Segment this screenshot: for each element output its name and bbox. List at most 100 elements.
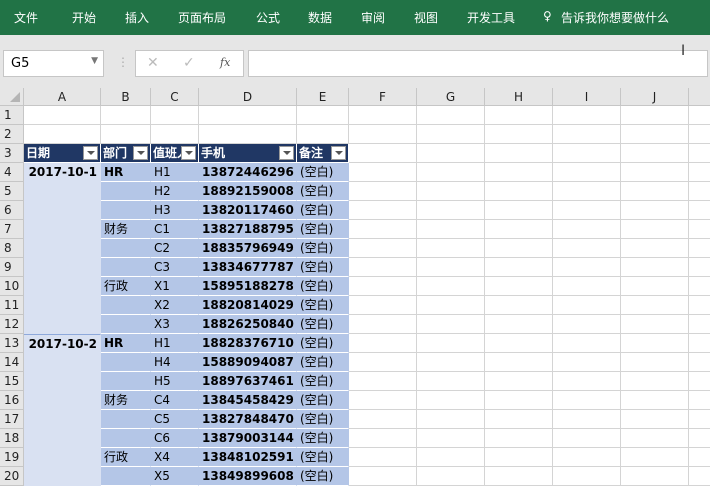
- phone-cell[interactable]: 13827848470: [199, 410, 297, 429]
- department-cell[interactable]: 财务: [101, 391, 151, 410]
- cell[interactable]: [349, 391, 417, 410]
- tab-page-layout[interactable]: 页面布局: [178, 9, 226, 26]
- cell[interactable]: [349, 296, 417, 315]
- cell[interactable]: [485, 277, 553, 296]
- cell[interactable]: [689, 144, 710, 163]
- cell[interactable]: [485, 467, 553, 486]
- phone-cell[interactable]: 15889094087: [199, 353, 297, 372]
- formula-input[interactable]: [248, 50, 708, 77]
- cell[interactable]: [553, 448, 621, 467]
- cell[interactable]: [485, 258, 553, 277]
- cell[interactable]: [24, 106, 101, 125]
- date-cell[interactable]: [24, 296, 101, 315]
- cell[interactable]: [349, 429, 417, 448]
- cell[interactable]: [349, 315, 417, 334]
- cell[interactable]: [349, 277, 417, 296]
- note-cell[interactable]: (空白): [297, 353, 349, 372]
- cell[interactable]: [349, 220, 417, 239]
- date-cell[interactable]: [24, 353, 101, 372]
- note-cell[interactable]: (空白): [297, 467, 349, 486]
- row-header-17[interactable]: 17: [0, 410, 24, 429]
- cell[interactable]: [689, 201, 710, 220]
- cell[interactable]: [349, 144, 417, 163]
- cell[interactable]: [151, 106, 199, 125]
- note-cell[interactable]: (空白): [297, 182, 349, 201]
- person-cell[interactable]: H1: [151, 334, 199, 353]
- department-cell[interactable]: [101, 467, 151, 486]
- cell[interactable]: [485, 239, 553, 258]
- cell[interactable]: [621, 391, 689, 410]
- cell[interactable]: [417, 163, 485, 182]
- department-cell[interactable]: [101, 201, 151, 220]
- date-cell[interactable]: [24, 239, 101, 258]
- cell[interactable]: [417, 296, 485, 315]
- cell[interactable]: [417, 429, 485, 448]
- department-cell[interactable]: [101, 353, 151, 372]
- date-cell[interactable]: [24, 429, 101, 448]
- cell[interactable]: [151, 125, 199, 144]
- row-header-4[interactable]: 4: [0, 163, 24, 182]
- row-header-2[interactable]: 2: [0, 125, 24, 144]
- cell[interactable]: [485, 201, 553, 220]
- cell[interactable]: [101, 125, 151, 144]
- phone-cell[interactable]: 13845458429: [199, 391, 297, 410]
- row-header-11[interactable]: 11: [0, 296, 24, 315]
- person-cell[interactable]: H1: [151, 163, 199, 182]
- cell[interactable]: [621, 258, 689, 277]
- cell[interactable]: [689, 410, 710, 429]
- filter-dropdown-icon[interactable]: [133, 146, 148, 160]
- department-cell[interactable]: [101, 372, 151, 391]
- cell[interactable]: [417, 125, 485, 144]
- department-cell[interactable]: [101, 258, 151, 277]
- person-cell[interactable]: C4: [151, 391, 199, 410]
- phone-cell[interactable]: 18828376710: [199, 334, 297, 353]
- column-header-G[interactable]: G: [417, 88, 485, 106]
- person-cell[interactable]: X2: [151, 296, 199, 315]
- tab-insert[interactable]: 插入: [125, 9, 149, 26]
- cell[interactable]: [621, 239, 689, 258]
- cell[interactable]: [349, 334, 417, 353]
- tell-me-search[interactable]: 告诉我你想要做什么: [561, 9, 669, 26]
- cell[interactable]: [553, 410, 621, 429]
- cell[interactable]: [553, 106, 621, 125]
- cell[interactable]: [417, 106, 485, 125]
- cell[interactable]: [689, 220, 710, 239]
- row-header-20[interactable]: 20: [0, 467, 24, 486]
- cell[interactable]: [417, 258, 485, 277]
- cell[interactable]: [689, 182, 710, 201]
- cell[interactable]: [349, 239, 417, 258]
- date-cell[interactable]: [24, 277, 101, 296]
- cell[interactable]: [553, 315, 621, 334]
- cell[interactable]: [485, 391, 553, 410]
- cell[interactable]: [349, 258, 417, 277]
- phone-cell[interactable]: 13872446296: [199, 163, 297, 182]
- department-cell[interactable]: HR: [101, 334, 151, 353]
- cell[interactable]: [689, 106, 710, 125]
- cell[interactable]: [621, 296, 689, 315]
- department-cell[interactable]: [101, 315, 151, 334]
- cell[interactable]: [417, 334, 485, 353]
- person-cell[interactable]: X4: [151, 448, 199, 467]
- note-cell[interactable]: (空白): [297, 429, 349, 448]
- cell[interactable]: [485, 448, 553, 467]
- cell[interactable]: [297, 106, 349, 125]
- cell[interactable]: [553, 467, 621, 486]
- cell[interactable]: [553, 353, 621, 372]
- cell[interactable]: [485, 353, 553, 372]
- tab-view[interactable]: 视图: [414, 9, 438, 26]
- cell[interactable]: [485, 125, 553, 144]
- row-header-12[interactable]: 12: [0, 315, 24, 334]
- cell[interactable]: [349, 353, 417, 372]
- cell[interactable]: [553, 239, 621, 258]
- cell[interactable]: [199, 106, 297, 125]
- department-cell[interactable]: [101, 410, 151, 429]
- row-header-14[interactable]: 14: [0, 353, 24, 372]
- row-header-10[interactable]: 10: [0, 277, 24, 296]
- department-cell[interactable]: 财务: [101, 220, 151, 239]
- date-cell[interactable]: [24, 410, 101, 429]
- date-cell[interactable]: [24, 315, 101, 334]
- note-cell[interactable]: (空白): [297, 391, 349, 410]
- row-header-18[interactable]: 18: [0, 429, 24, 448]
- cell[interactable]: [417, 467, 485, 486]
- table-header-cell[interactable]: 日期: [24, 144, 101, 163]
